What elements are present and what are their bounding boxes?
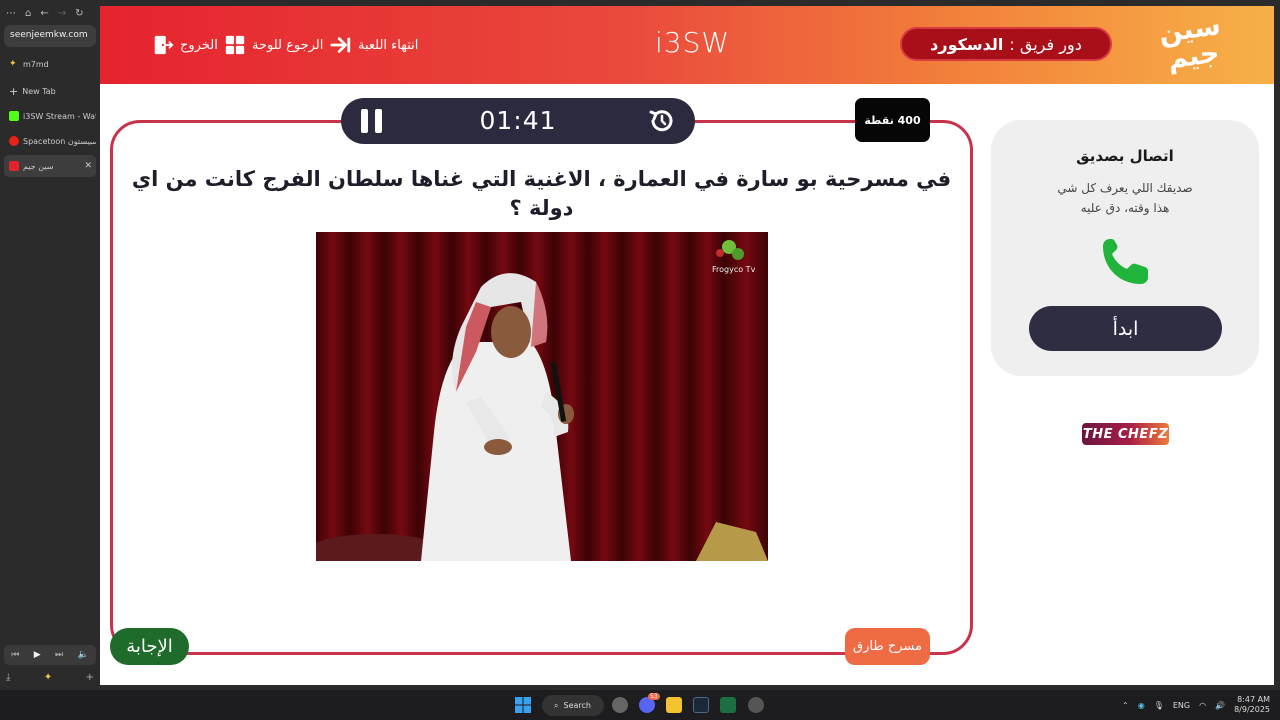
address-bar[interactable]: seenjeemkw.com — [4, 25, 96, 47]
phone-icon — [1103, 239, 1148, 284]
start-call-button[interactable]: ابدأ — [1029, 306, 1222, 351]
brand-title: i3SW — [655, 26, 731, 59]
browser-nav-controls: ⋯ ⌂ ← → ↻ — [6, 6, 96, 20]
sparkle-icon: ✦ — [9, 59, 17, 69]
steam-icon[interactable] — [693, 697, 709, 713]
sponsor-logo: THE CHEFZ — [1082, 423, 1169, 445]
timer-display: 01:41 — [479, 106, 557, 135]
tab-seen-jeem[interactable]: سين جيم ✕ — [4, 155, 96, 177]
seen-jeem-favicon — [9, 161, 19, 171]
tab-i3sw-stream[interactable]: i3SW Stream - Wat — [4, 105, 96, 127]
game-header: سين جيم دور فريق : الدسكورد i3SW انتهاء … — [100, 6, 1274, 84]
home-icon[interactable]: ⌂ — [25, 8, 31, 19]
reload-icon[interactable]: ↻ — [75, 8, 83, 19]
plus-icon: + — [9, 84, 19, 98]
call-friend-description: صديقك اللي يعرف كل شي هذا وقته، دق عليه — [991, 178, 1259, 218]
tab-label: New Tab — [22, 86, 56, 96]
category-badge: مسرح طارق — [845, 628, 930, 665]
description-line-1: صديقك اللي يعرف كل شي — [1057, 181, 1193, 195]
clock[interactable]: 8:47 AM 8/9/2025 — [1234, 695, 1270, 715]
sparkle-icon[interactable]: ✦ — [44, 672, 52, 683]
end-game-label: انتهاء اللعبة — [358, 37, 419, 53]
os-taskbar: ⌕ Search 53 ⌃ ◉ 🎙 ENG ◠ 🔊 8:47 AM 8/9/20… — [0, 690, 1280, 720]
file-explorer-icon[interactable] — [666, 697, 682, 713]
volume-icon[interactable]: 🔈 — [78, 650, 89, 660]
stage-performer-image: Frogyco Tv — [316, 232, 768, 561]
play-icon[interactable]: ▶ — [34, 650, 41, 660]
exit-button[interactable]: الخروج — [152, 33, 218, 57]
tab-label: سين جيم — [23, 161, 54, 171]
clock-date: 8/9/2025 — [1234, 705, 1270, 714]
window-right-edge — [1274, 0, 1280, 690]
excel-icon[interactable] — [720, 697, 736, 713]
speaker-icon[interactable]: 🔊 — [1215, 701, 1225, 710]
close-icon[interactable]: ✕ — [84, 161, 92, 171]
points-badge: 400 نقطة — [855, 98, 930, 142]
description-line-2: هذا وقته، دق عليه — [1080, 201, 1170, 215]
browser-sidebar: ⋯ ⌂ ← → ↻ seenjeemkw.com ✦ m7md + New Ta… — [0, 0, 100, 690]
question-text: في مسرحية بو سارة في العمارة ، الاغنية ا… — [131, 167, 952, 220]
app-circle-icon[interactable] — [612, 697, 628, 713]
exit-door-icon — [154, 35, 174, 55]
taskbar-search[interactable]: ⌕ Search — [542, 695, 604, 716]
exit-label: الخروج — [180, 37, 218, 53]
chevron-up-icon[interactable]: ⌃ — [1122, 701, 1129, 710]
discord-badge: 53 — [648, 693, 660, 700]
download-icon[interactable]: ⤓ — [6, 672, 10, 683]
call-friend-title: اتصال بصديق — [1076, 147, 1174, 165]
image-watermark: Frogyco Tv — [712, 265, 756, 274]
microphone-icon[interactable]: 🎙 — [1154, 701, 1164, 710]
tab-label: i3SW Stream - Wat — [23, 111, 96, 121]
app-gear-icon[interactable] — [748, 697, 764, 713]
reset-timer-icon[interactable] — [647, 107, 675, 135]
end-game-button[interactable]: انتهاء اللعبة — [330, 33, 418, 57]
language-indicator[interactable]: ENG — [1173, 701, 1190, 710]
tab-m7md[interactable]: ✦ m7md — [4, 53, 96, 75]
question-image: Frogyco Tv — [316, 232, 768, 561]
seen-jeem-logo: سين جيم — [1154, 10, 1230, 81]
back-to-board-button[interactable]: الرجوع للوحة — [224, 33, 323, 57]
logo-line-2: جيم — [1165, 37, 1222, 76]
tab-new[interactable]: + New Tab — [4, 80, 96, 102]
tab-spacetoon[interactable]: Spacetoon سبيستون — [4, 130, 96, 152]
end-arrow-icon — [330, 37, 351, 53]
sidebar-footer: ⤓ ✦ + — [6, 672, 94, 683]
windows-start-icon[interactable] — [515, 697, 531, 713]
tab-label: m7md — [23, 59, 49, 69]
next-icon[interactable]: ⏭ — [55, 650, 63, 660]
tab-label: Spacetoon سبيستون — [23, 136, 96, 146]
reveal-answer-button[interactable]: الإجابة — [110, 628, 189, 665]
search-icon: ⌕ — [554, 700, 559, 710]
grid-icon — [225, 35, 245, 55]
youtube-icon — [9, 136, 19, 146]
more-icon[interactable]: ⋯ — [6, 8, 16, 19]
back-icon[interactable]: ← — [40, 8, 48, 19]
add-icon[interactable]: + — [86, 672, 94, 683]
media-controls: ⏮ ▶ ⏭ 🔈 — [4, 645, 96, 665]
system-tray: ⌃ ◉ 🎙 ENG ◠ 🔊 8:47 AM 8/9/2025 — [1122, 690, 1270, 720]
previous-icon[interactable]: ⏮ — [11, 650, 19, 660]
call-friend-panel: اتصال بصديق صديقك اللي يعرف كل شي هذا وق… — [991, 120, 1259, 376]
team-turn-badge: دور فريق : الدسكورد — [900, 27, 1112, 61]
timer-bar: 01:41 — [341, 98, 695, 144]
app-tray-icon[interactable]: ◉ — [1138, 701, 1145, 710]
kick-icon — [9, 111, 19, 121]
turn-label: دور فريق : — [1009, 34, 1082, 54]
search-label: Search — [563, 701, 591, 710]
wifi-icon[interactable]: ◠ — [1199, 701, 1206, 710]
forward-icon[interactable]: → — [58, 8, 66, 19]
back-to-board-label: الرجوع للوحة — [252, 37, 324, 53]
team-name: الدسكورد — [930, 34, 1004, 54]
clock-time: 8:47 AM — [1237, 695, 1270, 704]
